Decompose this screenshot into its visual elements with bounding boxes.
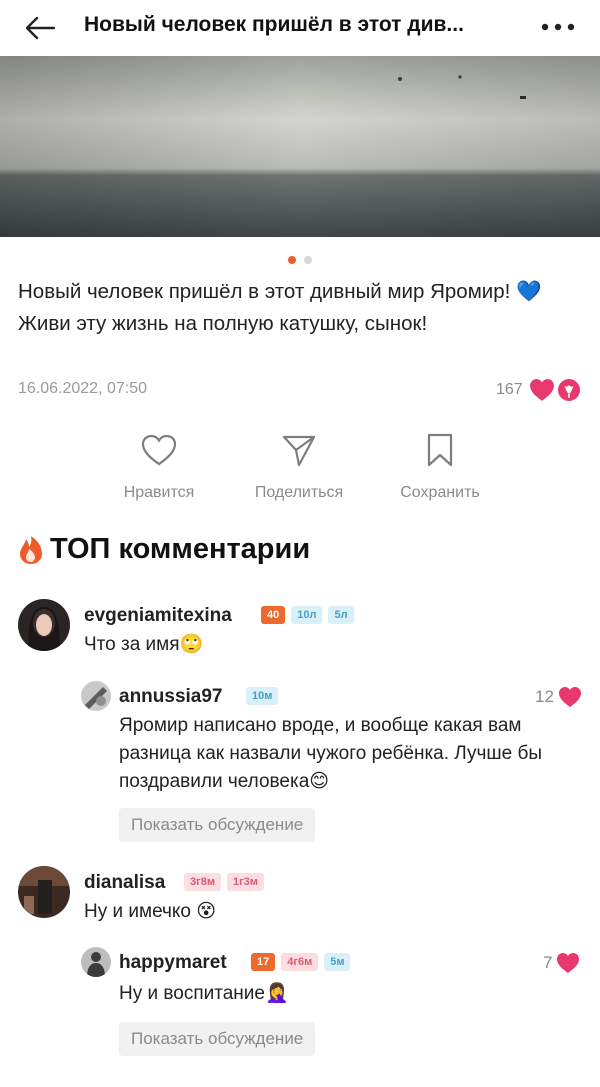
tenure-badge: 5л (328, 606, 354, 624)
avatar-image (18, 866, 70, 918)
user-badges: 40 10л 5л (261, 606, 354, 624)
page-title: Новый человек пришёл в этот див... (84, 13, 464, 36)
show-discussion-button[interactable]: Показать обсуждение (119, 1022, 316, 1056)
top-comments-heading: ТОП комментарии (18, 533, 310, 566)
reply-likes-count: 7 (543, 953, 553, 972)
tenure-badge: 1г3м (226, 873, 264, 891)
reply-like-button[interactable]: 7 (543, 952, 580, 974)
reply-username[interactable]: annussia97 (119, 686, 223, 708)
heart-outline-icon (141, 434, 177, 466)
level-badge: 40 (261, 606, 286, 624)
reply-username[interactable]: happymaret (119, 952, 227, 974)
tenure-badge: 5м (324, 953, 351, 971)
heart-reaction-icon (530, 379, 554, 401)
comment-username[interactable]: evgeniamitexina (84, 605, 232, 627)
reply-like-button[interactable]: 12 (535, 686, 582, 708)
like-button[interactable]: Нравится (89, 432, 229, 502)
pagination-dot-active[interactable] (288, 256, 296, 264)
tenure-badge: 10л (291, 606, 323, 624)
more-options-button[interactable] (538, 14, 578, 40)
avatar[interactable] (18, 599, 70, 651)
fire-icon (20, 535, 42, 564)
level-badge: 17 (251, 953, 276, 971)
save-button[interactable]: Сохранить (370, 432, 510, 502)
tenure-badge: 3г8м (184, 873, 221, 891)
tenure-badge: 4г6м (281, 953, 319, 971)
avatar[interactable] (18, 866, 70, 918)
comment-text: Ну и имечко 😵 (84, 901, 217, 922)
more-horizontal-icon (541, 23, 575, 31)
like-label: Нравится (123, 484, 195, 501)
reply-text: Ну и воспитание🤦‍♀️ (119, 983, 289, 1004)
user-badges: 17 4г6м 5м (251, 953, 351, 971)
avatar-image (18, 599, 70, 651)
avatar-image (81, 681, 111, 711)
reply-likes-count: 12 (535, 687, 554, 706)
save-label: Сохранить (400, 484, 480, 501)
post-photo[interactable] (0, 56, 600, 237)
back-button[interactable] (22, 12, 58, 44)
top-bar: Новый человек пришёл в этот див... (0, 0, 600, 56)
post-likes-count[interactable]: 167 (496, 381, 523, 399)
bookmark-icon (427, 433, 453, 467)
send-icon (282, 435, 316, 467)
reactions-summary[interactable] (529, 378, 581, 402)
user-badges: 3г8м 1г3м (184, 873, 264, 891)
tulip-reaction-icon (558, 379, 580, 401)
heart-icon (558, 687, 581, 707)
reply-text: Яромир написано вроде, и вообще какая ва… (119, 715, 543, 792)
comment-username[interactable]: dianalisa (84, 872, 165, 894)
comment-text: Что за имя🙄 (84, 634, 204, 655)
share-label: Поделиться (254, 484, 344, 501)
post-text: Новый человек пришёл в этот дивный мир Я… (18, 280, 542, 335)
avatar[interactable] (81, 681, 111, 711)
avatar-image (81, 947, 111, 977)
photo-image (0, 56, 600, 237)
avatar[interactable] (81, 947, 111, 977)
arrow-left-icon (25, 16, 56, 40)
photo-pagination (0, 256, 600, 266)
tenure-badge: 10м (246, 687, 279, 705)
pagination-dot[interactable] (304, 256, 312, 264)
show-discussion-button[interactable]: Показать обсуждение (119, 808, 316, 842)
share-button[interactable]: Поделиться (229, 432, 369, 502)
user-badges: 10м (246, 687, 279, 705)
post-date: 16.06.2022, 07:50 (18, 380, 148, 397)
top-comments-title: ТОП комментарии (50, 533, 311, 565)
heart-icon (557, 953, 580, 973)
